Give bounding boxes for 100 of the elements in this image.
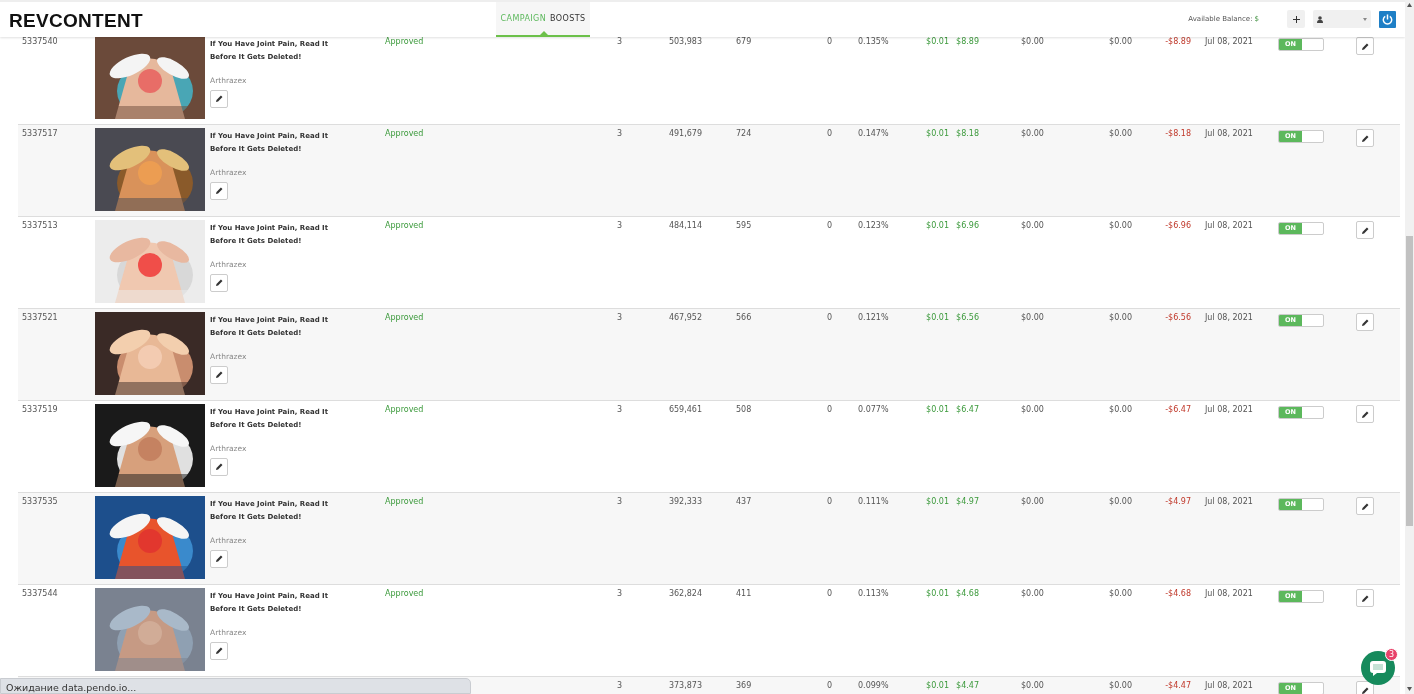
status-text: Approved xyxy=(385,405,424,414)
amount-cell: $0.00 xyxy=(1109,37,1132,46)
amount-cell: $0.00 xyxy=(1021,313,1044,322)
pencil-icon xyxy=(1361,134,1369,142)
edit-button[interactable] xyxy=(210,181,228,200)
add-button[interactable] xyxy=(1287,10,1305,28)
ctr-cell: 0.113% xyxy=(858,589,889,598)
date-cell: Jul 08, 2021 xyxy=(1205,37,1253,46)
profit-cell: -$4.68 xyxy=(1165,589,1191,598)
id-cell: 5337544 xyxy=(22,589,58,598)
caret-icon xyxy=(1363,17,1367,21)
power-button[interactable] xyxy=(1379,10,1396,28)
spend-cell: $6.47 xyxy=(956,405,979,414)
cpc-cell: $0.01 xyxy=(926,37,949,46)
amount-cell: $0.00 xyxy=(1021,37,1044,46)
count-cell: 0 xyxy=(826,313,832,322)
id-cell: 5337513 xyxy=(22,221,58,230)
clicks-cell: 566 xyxy=(736,313,752,322)
user-menu-button[interactable] xyxy=(1313,10,1371,28)
edit-button[interactable] xyxy=(1356,681,1374,694)
logo[interactable]: REVCONTENT xyxy=(9,11,143,30)
edit-button[interactable] xyxy=(210,89,228,108)
profit-cell: -$6.47 xyxy=(1165,405,1191,414)
pencil-icon xyxy=(215,463,223,471)
count-cell: 3 xyxy=(616,497,622,506)
count-cell: 0 xyxy=(826,221,832,230)
count-cell: 0 xyxy=(826,405,832,414)
cpc-cell: $0.01 xyxy=(926,405,949,414)
ctr-cell: 0.121% xyxy=(858,313,889,322)
scroll-up-icon[interactable] xyxy=(1407,3,1412,7)
status-text: Approved xyxy=(385,313,424,322)
clicks-cell: 437 xyxy=(736,497,752,506)
id-cell: 5337519 xyxy=(22,405,58,414)
pencil-icon xyxy=(1361,42,1369,50)
pencil-icon xyxy=(215,95,223,103)
cpc-cell: $0.01 xyxy=(926,129,949,138)
clicks-cell: 411 xyxy=(736,589,752,598)
spend-cell: $4.47 xyxy=(956,681,979,690)
pencil-icon xyxy=(215,647,223,655)
scroll-down-icon[interactable] xyxy=(1407,687,1412,691)
pencil-icon xyxy=(1361,594,1369,602)
id-cell: 5337521 xyxy=(22,313,58,322)
status-text: Approved xyxy=(385,37,424,46)
id-cell: 5337535 xyxy=(22,497,58,506)
amount-cell: $0.00 xyxy=(1021,497,1044,506)
scrollbar[interactable] xyxy=(1405,0,1414,694)
amount-cell: $0.00 xyxy=(1021,129,1044,138)
edit-button[interactable] xyxy=(210,273,228,292)
pencil-icon xyxy=(1361,502,1369,510)
pencil-icon xyxy=(1361,410,1369,418)
edit-button[interactable] xyxy=(1356,497,1374,515)
pencil-icon xyxy=(215,279,223,287)
edit-button[interactable] xyxy=(1356,129,1374,147)
cpc-cell: $0.01 xyxy=(926,313,949,322)
profit-cell: -$4.47 xyxy=(1165,681,1191,690)
edit-button[interactable] xyxy=(210,365,228,384)
impressions-cell: 659,461 xyxy=(668,405,702,414)
edit-button[interactable] xyxy=(1356,221,1374,239)
amount-cell: $0.00 xyxy=(1109,405,1132,414)
edit-button[interactable] xyxy=(1356,405,1374,423)
date-cell: Jul 08, 2021 xyxy=(1205,589,1253,598)
impressions-cell: 362,824 xyxy=(668,589,702,598)
date-cell: Jul 08, 2021 xyxy=(1205,221,1253,230)
spend-cell: $4.68 xyxy=(956,589,979,598)
clicks-cell: 595 xyxy=(736,221,752,230)
scrollbar-thumb[interactable] xyxy=(1406,236,1413,526)
id-cell: 5337517 xyxy=(22,129,58,138)
impressions-cell: 373,873 xyxy=(668,681,702,690)
amount-cell: $0.00 xyxy=(1021,681,1044,690)
ctr-cell: 0.099% xyxy=(858,681,889,690)
amount-cell: $0.00 xyxy=(1109,497,1132,506)
pencil-icon xyxy=(1361,318,1369,326)
date-cell: Jul 08, 2021 xyxy=(1205,681,1253,690)
edit-button[interactable] xyxy=(210,549,228,568)
edit-button[interactable] xyxy=(1356,589,1374,607)
edit-button[interactable] xyxy=(1356,313,1374,331)
nav-tab[interactable]: CAMPAIGN BOOSTS xyxy=(496,2,590,37)
plus-icon xyxy=(1292,15,1300,23)
cpc-cell: $0.01 xyxy=(926,589,949,598)
count-cell: 3 xyxy=(616,129,622,138)
amount-cell: $0.00 xyxy=(1021,221,1044,230)
chat-icon xyxy=(1370,660,1386,676)
edit-button[interactable] xyxy=(210,641,228,660)
pencil-icon xyxy=(215,371,223,379)
status-text: Approved xyxy=(385,129,424,138)
count-cell: 3 xyxy=(616,221,622,230)
profit-cell: -$8.89 xyxy=(1165,37,1191,46)
pencil-icon xyxy=(215,555,223,563)
spend-cell: $4.97 xyxy=(956,497,979,506)
impressions-cell: 467,952 xyxy=(668,313,702,322)
edit-button[interactable] xyxy=(1356,37,1374,55)
power-icon xyxy=(1382,13,1393,25)
ctr-cell: 0.123% xyxy=(858,221,889,230)
profit-cell: -$6.96 xyxy=(1165,221,1191,230)
amount-cell: $0.00 xyxy=(1109,129,1132,138)
edit-button[interactable] xyxy=(210,457,228,476)
ctr-cell: 0.111% xyxy=(858,497,889,506)
clicks-cell: 724 xyxy=(736,129,752,138)
spend-cell: $6.96 xyxy=(956,221,979,230)
count-cell: 3 xyxy=(616,589,622,598)
